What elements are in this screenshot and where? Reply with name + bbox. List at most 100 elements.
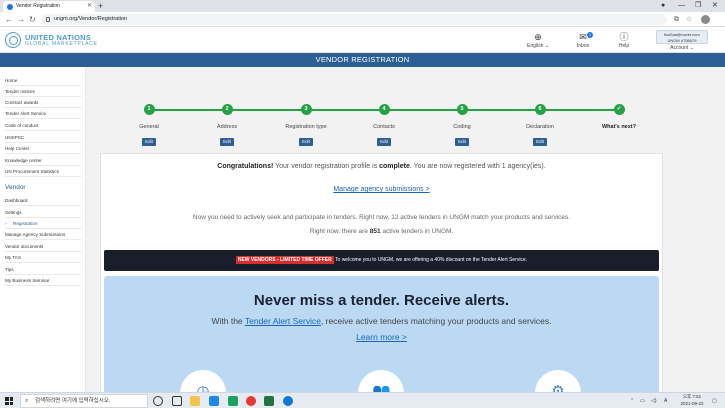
feature-users: 👥 [358, 370, 404, 392]
sidebar-item-tips[interactable]: Tips [5, 264, 81, 275]
volume-icon[interactable]: ◁) [651, 396, 657, 406]
help-label: Help [618, 43, 630, 49]
step-whats-next: ✓ What's next? [584, 104, 654, 130]
language-label: English [527, 43, 544, 49]
mail-app-icon[interactable] [209, 396, 219, 406]
tray-chevron-icon[interactable]: ⌃ [630, 396, 634, 406]
maximize-icon[interactable]: ❐ [695, 0, 701, 12]
sidebar-item-manage-agency-submissions[interactable]: Manage Agency Submissions [5, 229, 81, 240]
help-icon: ⓘ [619, 32, 629, 42]
network-icon[interactable]: ▭ [640, 396, 645, 406]
forward-icon[interactable]: → [17, 14, 25, 25]
reload-icon[interactable]: ↻ [29, 14, 36, 25]
sidebar-item-contract-awards[interactable]: Contract awards [5, 97, 81, 108]
lock-icon [46, 17, 50, 22]
step-label: Address [216, 124, 238, 130]
step-number: 4 [378, 104, 390, 115]
windows-start-icon[interactable] [5, 397, 13, 405]
sidebar-item-my-tas[interactable]: My TAS [5, 252, 81, 263]
step-contacts: 4 Contacts Edit [349, 104, 419, 148]
inbox-button[interactable]: ✉ 1 Inbox [563, 31, 603, 49]
alert-heading: Never miss a tender. Receive alerts. [253, 292, 510, 309]
page-title: VENDOR REGISTRATION [0, 53, 725, 67]
promo-text: To welcome you to UNGM, we are offering … [333, 257, 528, 263]
users-icon: 👥 [372, 383, 391, 392]
notification-icon[interactable]: ▢ [712, 396, 717, 406]
tender-alert-service-link[interactable]: Tender Alert Service [245, 316, 321, 326]
back-icon[interactable]: ← [5, 14, 13, 25]
gear-icon: ⚙ [551, 383, 565, 392]
excel-icon[interactable] [228, 396, 238, 406]
address-bar[interactable]: ungm.org/Vendor/Registration [42, 14, 667, 25]
sidebar-item-vendor-documents[interactable]: Vendor documents [5, 241, 81, 252]
sidebar-item-unspsc[interactable]: UNSPSC [5, 132, 81, 143]
taskbar-clock[interactable]: 오후 7:51 2021-09-22 [677, 394, 707, 407]
site-header: UNITED NATIONS GLOBAL MARKETPLACE ⊕ Engl… [0, 28, 725, 53]
task-view-icon[interactable] [172, 396, 182, 406]
browser-tab[interactable]: Vendor Registration ✕ [3, 1, 95, 12]
window-close-icon[interactable]: ✕ [712, 0, 718, 12]
congrats-message: Congratulations! Your vendor registratio… [217, 163, 546, 170]
step-label: Declaration [526, 124, 554, 130]
sidebar-item-help-center[interactable]: Help Center [5, 143, 81, 154]
tender-alert-promo: Never miss a tender. Receive alerts. Wit… [104, 276, 659, 392]
promo-banner[interactable]: NEW VENDORS - LIMITED TIME OFFER To welc… [104, 250, 659, 271]
manage-agency-submissions-link[interactable]: Manage agency submissions > [101, 186, 662, 193]
inbox-label: Inbox [576, 43, 590, 49]
registration-stepper: 1 General Edit 2 Address Edit 3 Registra… [100, 80, 662, 146]
app-icon[interactable] [264, 396, 274, 406]
sidebar-item-un-procurement-statistics[interactable]: UN Procurement Statistics [5, 166, 81, 177]
account-button[interactable]: fkaGaa@naver.com UNGM #756679 [656, 30, 708, 44]
chrome-icon[interactable] [246, 396, 256, 406]
ime-lang-indicator[interactable]: A [664, 396, 667, 406]
sidebar-item-home[interactable]: Home [5, 75, 81, 86]
sidebar-item-dashboard[interactable]: Dashboard [5, 195, 81, 206]
clock-date: 2021-09-22 [680, 400, 704, 406]
profile-icon[interactable]: ● [661, 0, 665, 12]
tab-title: Vendor Registration [16, 3, 60, 9]
sidebar-item-settings[interactable]: Settings [5, 207, 81, 218]
account-label[interactable]: Account ⌄ [656, 45, 708, 51]
translate-icon[interactable]: ⧉ [674, 15, 679, 24]
logo-subtitle[interactable]: GLOBAL MARKETPLACE [25, 41, 98, 47]
file-explorer-icon[interactable] [190, 396, 200, 406]
browser-avatar[interactable] [701, 15, 710, 24]
sidebar-item-label: Registration [13, 221, 38, 226]
un-emblem-icon[interactable] [5, 32, 21, 48]
sidebar-item-registration[interactable]: › Registration [5, 218, 81, 229]
cortana-icon[interactable] [153, 396, 163, 406]
step-number: 6 [534, 104, 546, 115]
close-tab-icon[interactable]: ✕ [87, 1, 92, 12]
edit-contacts-button[interactable]: Edit [377, 138, 391, 146]
whats-next-panel: Congratulations! Your vendor registratio… [100, 153, 663, 392]
learn-more-link[interactable]: Learn more > [104, 332, 659, 342]
sidebar-item-tender-alert-service[interactable]: Tender Alert Service [5, 108, 81, 119]
sidebar-vendor-heading: Vendor [5, 184, 26, 191]
step-label: Contacts [373, 124, 395, 130]
edit-declaration-button[interactable]: Edit [533, 138, 547, 146]
step-registration-type: 3 Registration type Edit [271, 104, 341, 148]
step-label: What's next? [601, 124, 636, 130]
taskbar-search[interactable]: ⌕ 검색하려면 여기에 입력하십시오. [20, 394, 148, 408]
edit-address-button[interactable]: Edit [220, 138, 234, 146]
new-tab-button[interactable]: + [98, 0, 103, 12]
sidebar-item-tender-notices[interactable]: Tender notices [5, 86, 81, 97]
edit-coding-button[interactable]: Edit [455, 138, 469, 146]
step-number: 5 [456, 104, 468, 115]
tender-count-text: Right now, there are 851 active tenders … [309, 228, 454, 235]
globe-icon: ⊕ [534, 32, 542, 42]
sidebar-item-my-business-seminar[interactable]: My Business Seminar [5, 275, 81, 286]
language-selector[interactable]: ⊕ English ⌄ [518, 31, 558, 49]
sidebar-item-code-of-conduct[interactable]: Code of conduct [5, 120, 81, 131]
account-id: UNGM #756679 [667, 38, 697, 43]
edit-general-button[interactable]: Edit [142, 138, 156, 146]
bookmark-star-icon[interactable]: ☆ [686, 15, 692, 24]
edge-icon[interactable] [283, 396, 293, 406]
minimize-icon[interactable]: — [678, 0, 685, 12]
sidebar-item-knowledge-center[interactable]: Knowledge center [5, 155, 81, 166]
mail-icon: ✉ [579, 32, 587, 42]
step-address: 2 Address Edit [192, 104, 262, 148]
help-button[interactable]: ⓘ Help [604, 31, 644, 49]
chevron-right-icon: › [5, 221, 7, 226]
edit-registration-type-button[interactable]: Edit [299, 138, 313, 146]
